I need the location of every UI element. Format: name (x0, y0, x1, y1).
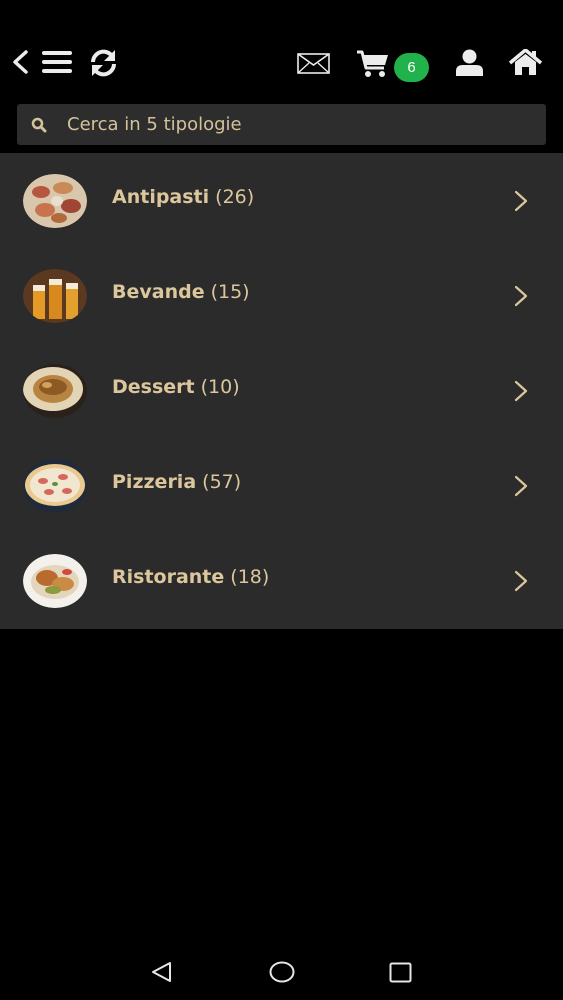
category-name: Pizzeria (112, 471, 197, 493)
menu-icon[interactable] (42, 50, 72, 74)
category-label: Antipasti (26) (112, 186, 254, 208)
chevron-right-icon (513, 190, 529, 212)
chevron-right-icon (513, 285, 529, 307)
category-label: Ristorante (18) (112, 566, 269, 588)
category-label: Bevande (15) (112, 281, 250, 303)
top-bar: 6 (0, 0, 563, 100)
home-circle-icon[interactable] (269, 961, 295, 983)
ristorante-thumbnail (23, 554, 87, 608)
cart-count-badge: 6 (394, 53, 429, 82)
category-row-pizzeria[interactable]: Pizzeria (57) (0, 438, 563, 533)
search-icon (31, 117, 47, 133)
cart-icon[interactable] (356, 49, 390, 78)
category-name: Antipasti (112, 186, 210, 208)
chevron-right-icon (513, 380, 529, 402)
back-icon[interactable] (10, 49, 30, 75)
category-count: (18) (230, 566, 270, 588)
search-input[interactable] (67, 104, 527, 145)
category-row-dessert[interactable]: Dessert (10) (0, 343, 563, 438)
home-icon[interactable] (509, 49, 542, 76)
category-label: Pizzeria (57) (112, 471, 241, 493)
category-count: (15) (210, 281, 250, 303)
back-triangle-icon[interactable] (150, 961, 172, 983)
chevron-right-icon (513, 570, 529, 592)
recents-square-icon[interactable] (389, 962, 412, 983)
antipasti-thumbnail (23, 174, 87, 228)
category-row-ristorante[interactable]: Ristorante (18) (0, 533, 563, 628)
dessert-thumbnail (23, 364, 87, 418)
category-name: Bevande (112, 281, 205, 303)
category-count: (10) (200, 376, 240, 398)
refresh-icon[interactable] (88, 48, 119, 78)
mail-icon[interactable] (297, 53, 330, 74)
category-label: Dessert (10) (112, 376, 240, 398)
chevron-right-icon (513, 475, 529, 497)
category-name: Dessert (112, 376, 195, 398)
category-name: Ristorante (112, 566, 225, 588)
category-count: (26) (215, 186, 255, 208)
system-nav-bar (0, 940, 563, 1000)
category-count: (57) (202, 471, 242, 493)
category-row-antipasti[interactable]: Antipasti (26) (0, 153, 563, 248)
pizzeria-thumbnail (23, 459, 87, 513)
category-list: Antipasti (26) Bevande (15) Dessert (10)… (0, 153, 563, 629)
search-bar (17, 104, 546, 145)
category-row-bevande[interactable]: Bevande (15) (0, 248, 563, 343)
bevande-thumbnail (23, 269, 87, 323)
app-screen: 6 Cerca in 5 tipologie Antipasti (26) Be… (0, 0, 563, 1000)
user-icon[interactable] (456, 49, 483, 76)
